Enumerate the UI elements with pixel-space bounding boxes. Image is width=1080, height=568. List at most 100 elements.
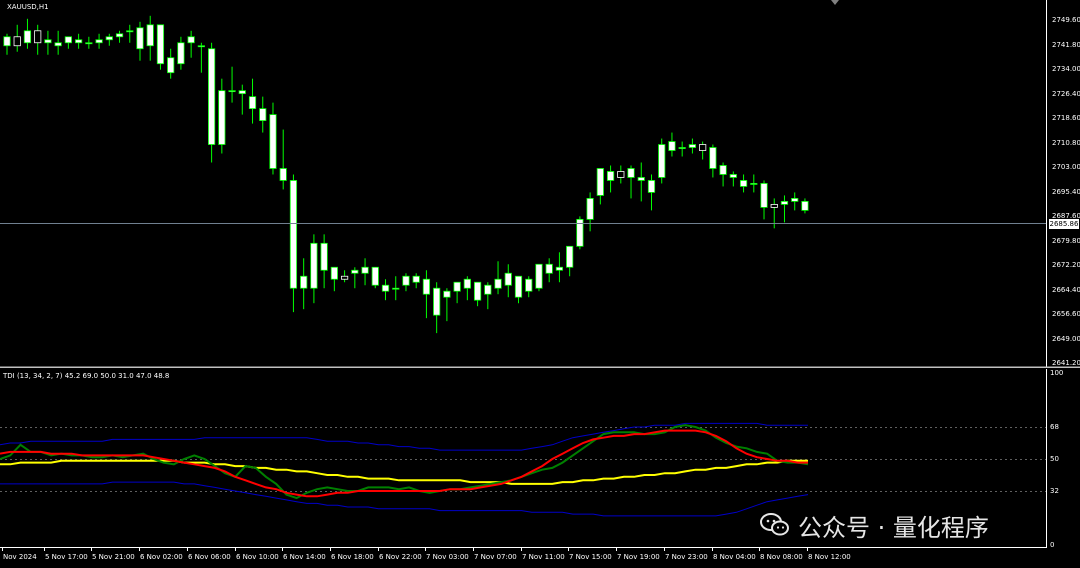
- tdi-base-line: [0, 459, 808, 485]
- candle-body: [627, 168, 635, 178]
- candle-body: [351, 269, 359, 274]
- candle-body: [801, 201, 809, 211]
- candle-body: [269, 114, 277, 169]
- candle-body: [392, 287, 400, 290]
- candle-body: [371, 266, 379, 286]
- candle-body: [248, 96, 257, 110]
- price-tick: 2726.40: [1052, 90, 1080, 98]
- candle-body: [197, 45, 205, 48]
- candle-body: [596, 168, 604, 196]
- candle-body: [95, 39, 103, 44]
- time-tick: 8 Nov 08:00: [760, 553, 803, 561]
- candle-body: [463, 278, 471, 289]
- candle-body: [64, 36, 72, 44]
- candle-body: [791, 198, 799, 202]
- candles-group: [3, 15, 809, 334]
- candle-body: [566, 245, 574, 268]
- candle-body: [3, 36, 11, 47]
- candle-body: [494, 278, 502, 289]
- candle-body: [259, 108, 267, 121]
- chart-shift-marker-icon[interactable]: [831, 0, 839, 5]
- candle-body: [422, 278, 431, 295]
- candle-body: [586, 198, 594, 220]
- price-tick: 2703.00: [1052, 163, 1080, 171]
- time-tick: 5 Nov 17:00: [45, 553, 88, 561]
- tdi-lower-band: [0, 481, 809, 517]
- candle-body: [504, 272, 512, 286]
- candle-body: [54, 42, 62, 47]
- candle-body: [443, 290, 451, 298]
- candle-body: [228, 90, 236, 93]
- tdi-tick: 100: [1050, 369, 1064, 377]
- candle-body: [310, 242, 318, 289]
- price-tick: 2679.80: [1052, 237, 1080, 245]
- candle-body: [289, 180, 298, 289]
- candle-body: [105, 36, 113, 41]
- candle-body: [535, 263, 543, 289]
- tdi-tick: 0: [1050, 541, 1055, 549]
- candle-body: [361, 266, 369, 274]
- candle-body: [729, 174, 737, 178]
- candle-body: [637, 177, 645, 181]
- time-tick: 6 Nov 22:00: [379, 553, 422, 561]
- candle-body: [85, 42, 93, 45]
- candle-body: [750, 183, 758, 185]
- candle-body: [75, 39, 83, 44]
- time-tick: 8 Nov 04:00: [713, 553, 756, 561]
- tdi-signal-line: [0, 429, 808, 498]
- chart-window[interactable]: XAUUSD,H1 TDI (13, 34, 2, 7) 45.2 69.0 5…: [0, 0, 1080, 568]
- candle-body: [709, 147, 717, 169]
- candle-body: [177, 42, 185, 65]
- candle-body: [739, 180, 748, 187]
- candle-body: [473, 281, 482, 301]
- watermark: 公众号 · 量化程序: [760, 505, 989, 545]
- candle-body: [218, 90, 226, 145]
- candle-body: [320, 242, 328, 271]
- candle-body: [238, 90, 246, 95]
- price-tick: 2656.60: [1052, 310, 1080, 318]
- candle-body: [780, 201, 789, 205]
- candle-body: [514, 275, 523, 298]
- candle-body: [606, 171, 615, 181]
- candle-body: [453, 281, 461, 292]
- price-tick: 2734.00: [1052, 65, 1080, 73]
- candle-body: [34, 30, 42, 44]
- candle-body: [381, 284, 390, 292]
- price-tick: 2672.20: [1052, 261, 1080, 269]
- candle-body: [484, 284, 492, 295]
- indicator-title: TDI (13, 34, 2, 7) 45.2 69.0 50.0 31.0 4…: [3, 372, 170, 380]
- symbol-title: XAUUSD,H1: [7, 3, 49, 11]
- candle-body: [126, 30, 134, 33]
- price-tick: 2710.80: [1052, 139, 1080, 147]
- candle-body: [658, 144, 666, 178]
- candle-body: [402, 275, 410, 286]
- candle-body: [330, 266, 338, 280]
- candle-body: [300, 275, 308, 289]
- candle-body: [525, 278, 533, 292]
- candle-body: [187, 36, 195, 44]
- time-tick: 6 Nov 14:00: [283, 553, 326, 561]
- candle-body: [719, 165, 727, 175]
- tdi-tick: 68: [1050, 423, 1059, 431]
- candle-body: [136, 27, 144, 50]
- wechat-logo-icon: [760, 512, 790, 538]
- candle-body: [44, 39, 52, 44]
- candle-body: [668, 141, 676, 151]
- time-tick: 7 Nov 07:00: [474, 553, 517, 561]
- candle-body: [678, 147, 686, 149]
- candle-body: [617, 171, 625, 178]
- candle-body: [279, 168, 287, 181]
- time-tick: 7 Nov 15:00: [569, 553, 612, 561]
- candle-body: [207, 48, 216, 145]
- candle-body: [146, 24, 154, 47]
- time-tick: 6 Nov 06:00: [188, 553, 231, 561]
- price-chart[interactable]: [0, 0, 1080, 368]
- time-tick: 7 Nov 19:00: [617, 553, 660, 561]
- price-tick: 2664.40: [1052, 286, 1080, 294]
- time-tick: 7 Nov 03:00: [426, 553, 469, 561]
- price-tick: 2718.60: [1052, 114, 1080, 122]
- candle-body: [156, 24, 165, 65]
- candle-body: [770, 204, 778, 208]
- candle-body: [688, 144, 697, 148]
- time-tick: 8 Nov 12:00: [808, 553, 851, 561]
